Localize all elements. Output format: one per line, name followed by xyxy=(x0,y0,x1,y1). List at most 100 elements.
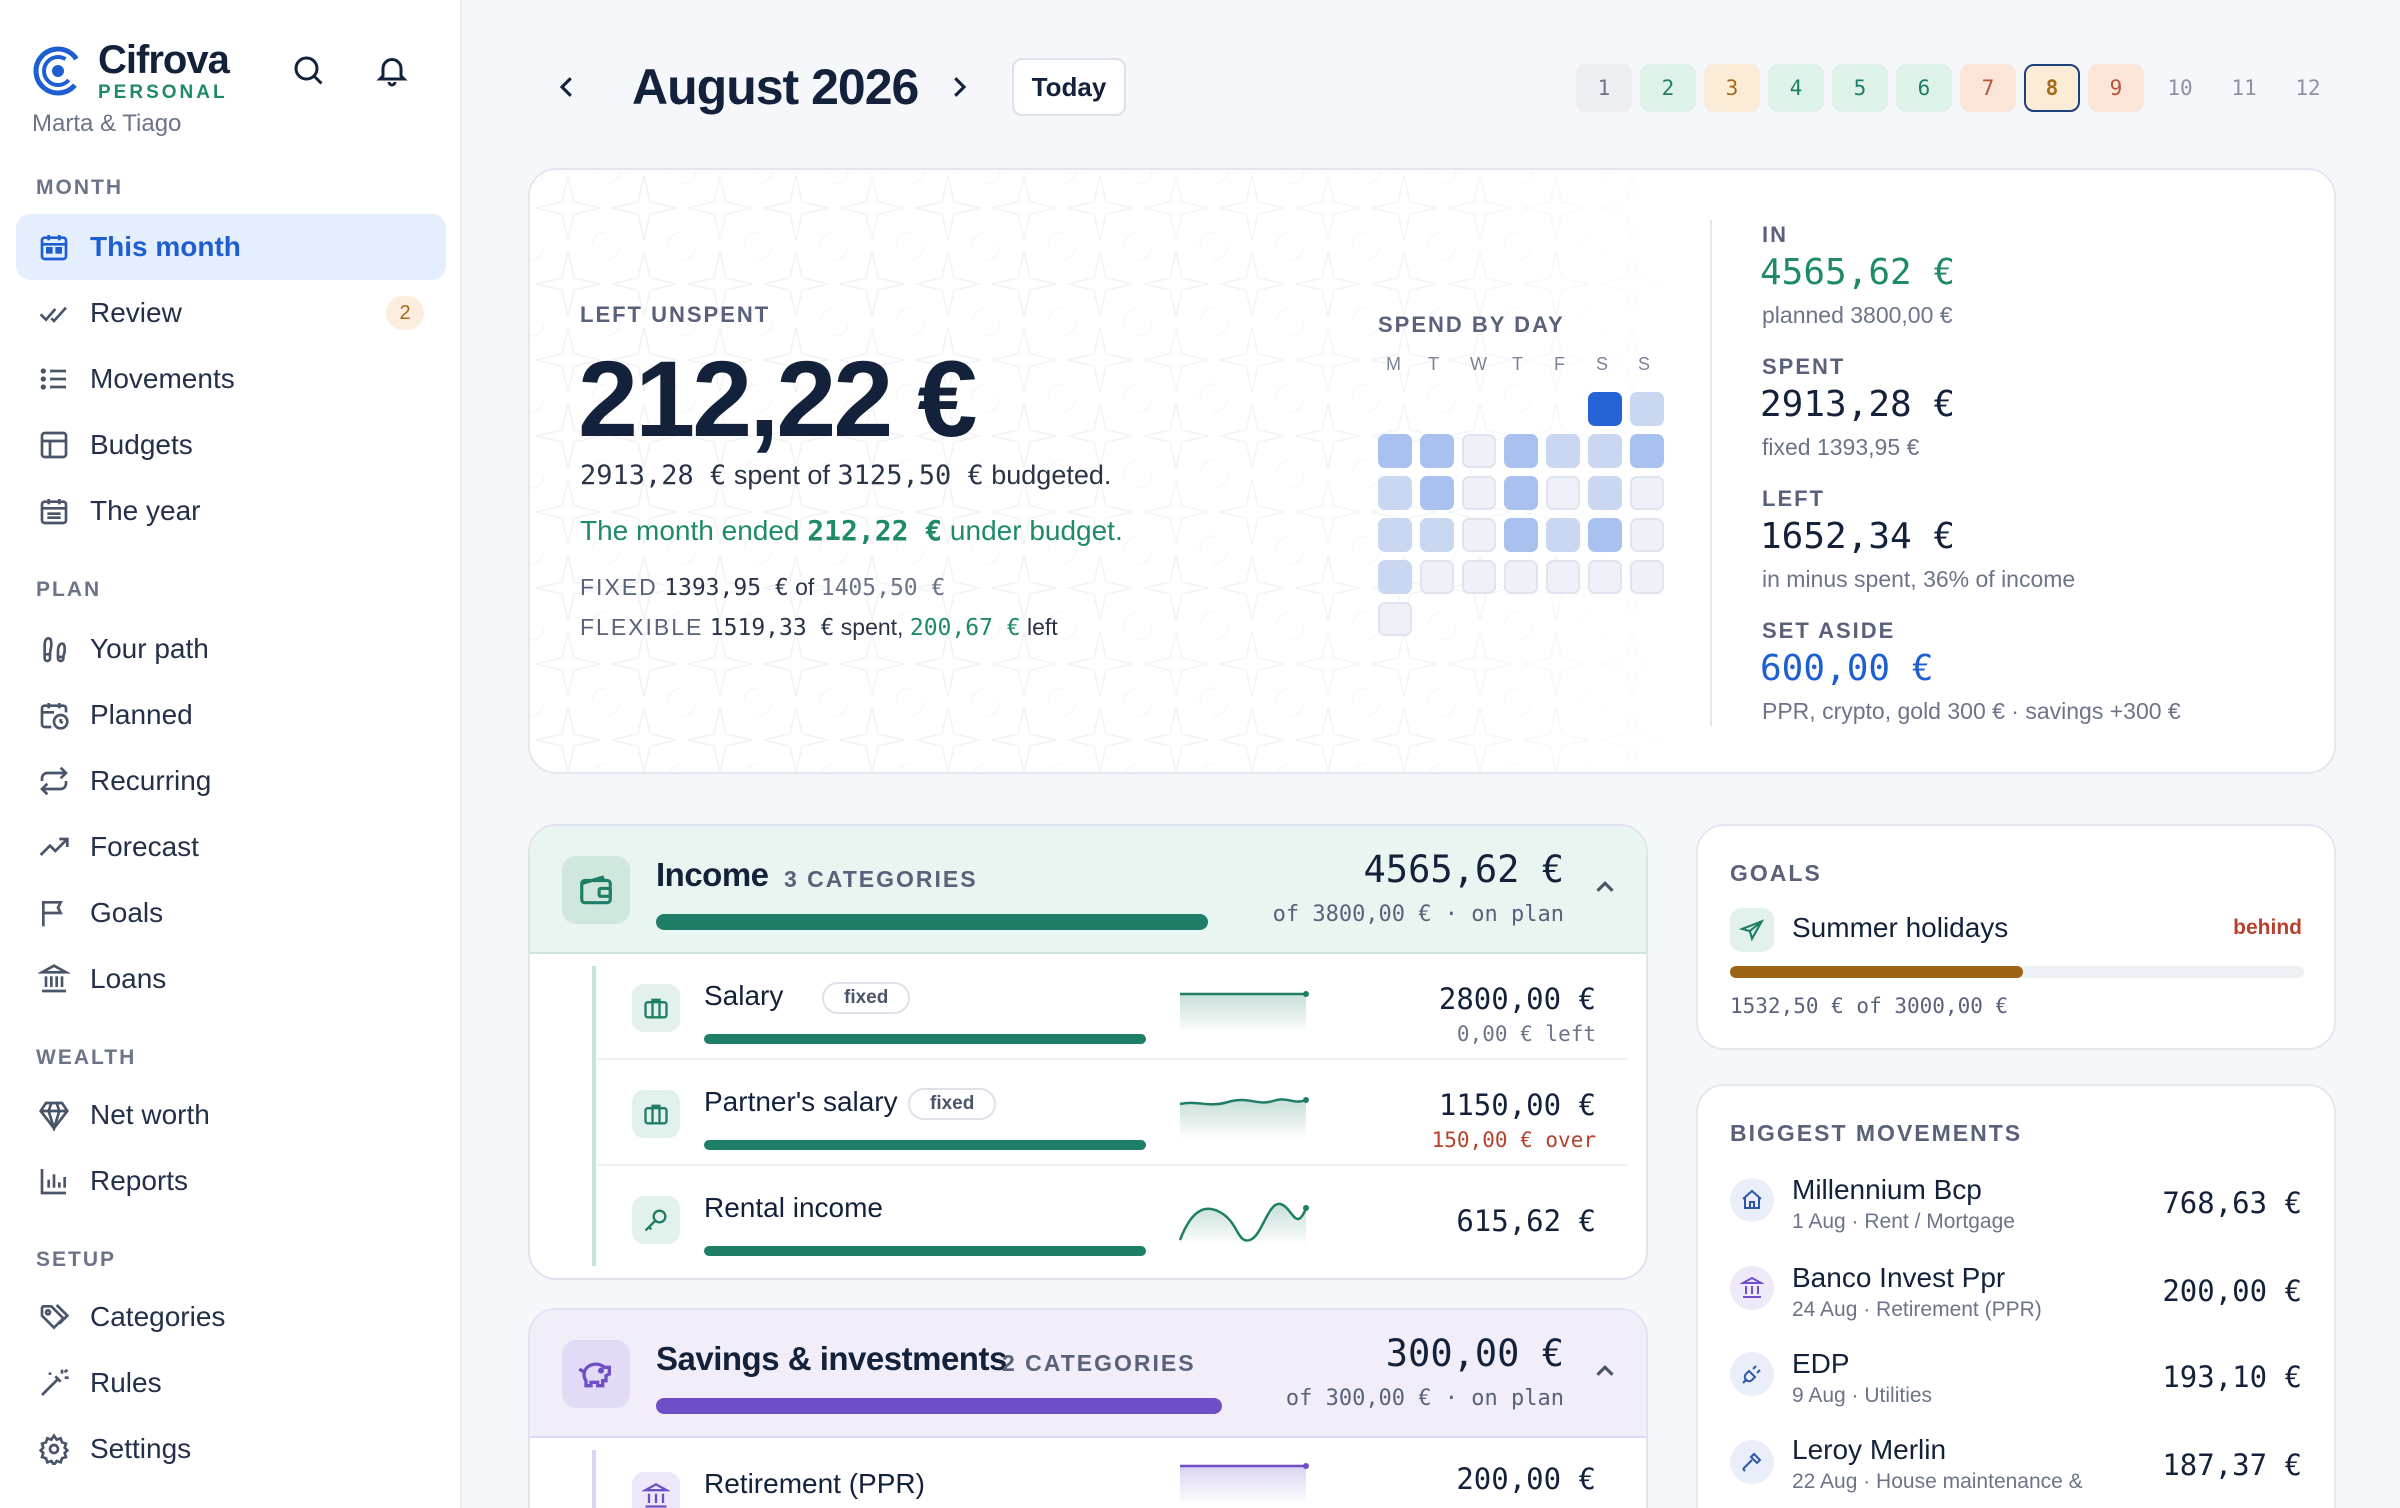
day-cell[interactable] xyxy=(1462,560,1496,594)
movement-name[interactable]: EDP xyxy=(1792,1348,1850,1380)
savings-header[interactable]: Savings & investments 2 CATEGORIES 300,0… xyxy=(530,1310,1646,1438)
movements-label: BIGGEST MOVEMENTS xyxy=(1730,1120,2023,1146)
day-cell[interactable] xyxy=(1630,392,1664,426)
day-cell[interactable] xyxy=(1420,560,1454,594)
next-month-chevron-icon[interactable] xyxy=(944,72,974,102)
day-cell[interactable] xyxy=(1462,476,1496,510)
retirement-sparkline xyxy=(1180,1463,1309,1506)
day-cell[interactable] xyxy=(1630,518,1664,552)
day-cell[interactable] xyxy=(1504,434,1538,468)
day-cell[interactable] xyxy=(1462,434,1496,468)
movement-name[interactable]: Leroy Merlin xyxy=(1792,1434,1946,1466)
today-button[interactable]: Today xyxy=(1012,58,1126,116)
nav-budgets[interactable]: Budgets xyxy=(16,412,446,478)
search-icon[interactable] xyxy=(290,52,326,88)
day-cell[interactable] xyxy=(1588,392,1622,426)
nav-rules[interactable]: Rules xyxy=(16,1350,446,1416)
nav-categories[interactable]: Categories xyxy=(16,1284,446,1350)
day-cell[interactable] xyxy=(1546,518,1580,552)
day-cell[interactable] xyxy=(1420,518,1454,552)
day-cell[interactable] xyxy=(1630,476,1664,510)
nav-label: Rules xyxy=(90,1367,162,1398)
spent-summary: 2913,28 € spent of 3125,50 € budgeted. xyxy=(580,460,1111,491)
day-cell[interactable] xyxy=(1588,518,1622,552)
day-cell[interactable] xyxy=(1378,518,1412,552)
nav-this-month[interactable]: This month xyxy=(16,214,446,280)
savings-row-retirement[interactable]: Retirement (PPR) 200,00 € xyxy=(598,1438,1628,1508)
nav-loans[interactable]: Loans xyxy=(16,946,446,1012)
movement-detail: 1 Aug · Rent / Mortgage xyxy=(1792,1210,2015,1233)
nav-label: This month xyxy=(90,231,241,262)
day-cell[interactable] xyxy=(1504,476,1538,510)
income-row-rental[interactable]: Rental income 615,62 € xyxy=(598,1166,1628,1272)
day-cell[interactable] xyxy=(1546,434,1580,468)
nav-planned[interactable]: Planned xyxy=(16,682,446,748)
month-pill[interactable]: 3 xyxy=(1704,64,1760,112)
day-cell[interactable] xyxy=(1546,476,1580,510)
month-pill[interactable]: 10 xyxy=(2152,64,2208,112)
day-cell[interactable] xyxy=(1462,518,1496,552)
nav-label: Planned xyxy=(90,699,193,730)
day-cell[interactable] xyxy=(1588,476,1622,510)
nav-reports[interactable]: Reports xyxy=(16,1148,446,1214)
savings-plan: of 300,00 € · on plan xyxy=(1285,1386,1564,1411)
day-cell[interactable] xyxy=(1504,518,1538,552)
month-pill[interactable]: 9 xyxy=(2088,64,2144,112)
row-amount: 615,62 € xyxy=(1456,1204,1596,1238)
day-cell[interactable] xyxy=(1630,560,1664,594)
nav-label: The year xyxy=(90,495,201,526)
nav-net-worth[interactable]: Net worth xyxy=(16,1082,446,1148)
flexible-spent-text: spent, xyxy=(840,614,904,640)
movement-name[interactable]: Banco Invest Ppr xyxy=(1792,1262,2005,1294)
day-cell[interactable] xyxy=(1588,434,1622,468)
nav-review[interactable]: Review 2 xyxy=(16,280,446,346)
month-pill[interactable]: 4 xyxy=(1768,64,1824,112)
month-pill[interactable]: 1 xyxy=(1576,64,1632,112)
day-cell[interactable] xyxy=(1588,560,1622,594)
income-row-salary[interactable]: Salary fixed 2800,00 € 0,00 € left xyxy=(598,954,1628,1060)
income-plan: of 3800,00 € · on plan xyxy=(1272,902,1564,927)
goal-name[interactable]: Summer holidays xyxy=(1792,912,2008,944)
nav-the-year[interactable]: The year xyxy=(16,478,446,544)
nav-your-path[interactable]: Your path xyxy=(16,616,446,682)
month-pill-selected[interactable]: 8 xyxy=(2024,64,2080,112)
brand[interactable]: Cifrova PERSONAL xyxy=(32,38,230,104)
nav-forecast[interactable]: Forecast xyxy=(16,814,446,880)
savings-card: Savings & investments 2 CATEGORIES 300,0… xyxy=(528,1308,1648,1508)
day-cell[interactable] xyxy=(1378,560,1412,594)
chevron-up-icon[interactable] xyxy=(1590,872,1620,902)
nav-settings[interactable]: Settings xyxy=(16,1416,446,1482)
row-amount: 200,00 € xyxy=(1456,1462,1596,1496)
day-cell[interactable] xyxy=(1378,434,1412,468)
month-pill[interactable]: 12 xyxy=(2280,64,2336,112)
nav-label: Recurring xyxy=(90,765,212,796)
prev-month-chevron-icon[interactable] xyxy=(552,72,582,102)
fixed-of-text: of xyxy=(795,574,815,600)
bank-icon xyxy=(1730,1266,1774,1310)
day-cell[interactable] xyxy=(1420,434,1454,468)
goal-progress-text: 1532,50 € of 3000,00 € xyxy=(1730,994,2009,1018)
day-cell[interactable] xyxy=(1420,476,1454,510)
day-cell[interactable] xyxy=(1378,476,1412,510)
nav-movements[interactable]: Movements xyxy=(16,346,446,412)
month-pill[interactable]: 11 xyxy=(2216,64,2272,112)
day-cell[interactable] xyxy=(1546,560,1580,594)
month-pill[interactable]: 6 xyxy=(1896,64,1952,112)
movement-name[interactable]: Millennium Bcp xyxy=(1792,1174,1982,1206)
income-row-partner-salary[interactable]: Partner's salary fixed 1150,00 € 150,00 … xyxy=(598,1060,1628,1166)
day-cell[interactable] xyxy=(1504,560,1538,594)
goal-status-badge: behind xyxy=(2233,916,2302,939)
nav-goals[interactable]: Goals xyxy=(16,880,446,946)
row-over: 150,00 € over xyxy=(1431,1128,1596,1152)
nav-recurring[interactable]: Recurring xyxy=(16,748,446,814)
day-cell[interactable] xyxy=(1630,434,1664,468)
bell-icon[interactable] xyxy=(374,52,410,88)
month-pill[interactable]: 2 xyxy=(1640,64,1696,112)
month-pill[interactable]: 7 xyxy=(1960,64,2016,112)
month-pill[interactable]: 5 xyxy=(1832,64,1888,112)
chevron-up-icon[interactable] xyxy=(1590,1356,1620,1386)
day-cell[interactable] xyxy=(1378,602,1412,636)
divider xyxy=(1710,220,1712,726)
income-header[interactable]: Income 3 CATEGORIES 4565,62 € of 3800,00… xyxy=(530,826,1646,954)
set-aside-label: SET ASIDE xyxy=(1762,618,1896,643)
